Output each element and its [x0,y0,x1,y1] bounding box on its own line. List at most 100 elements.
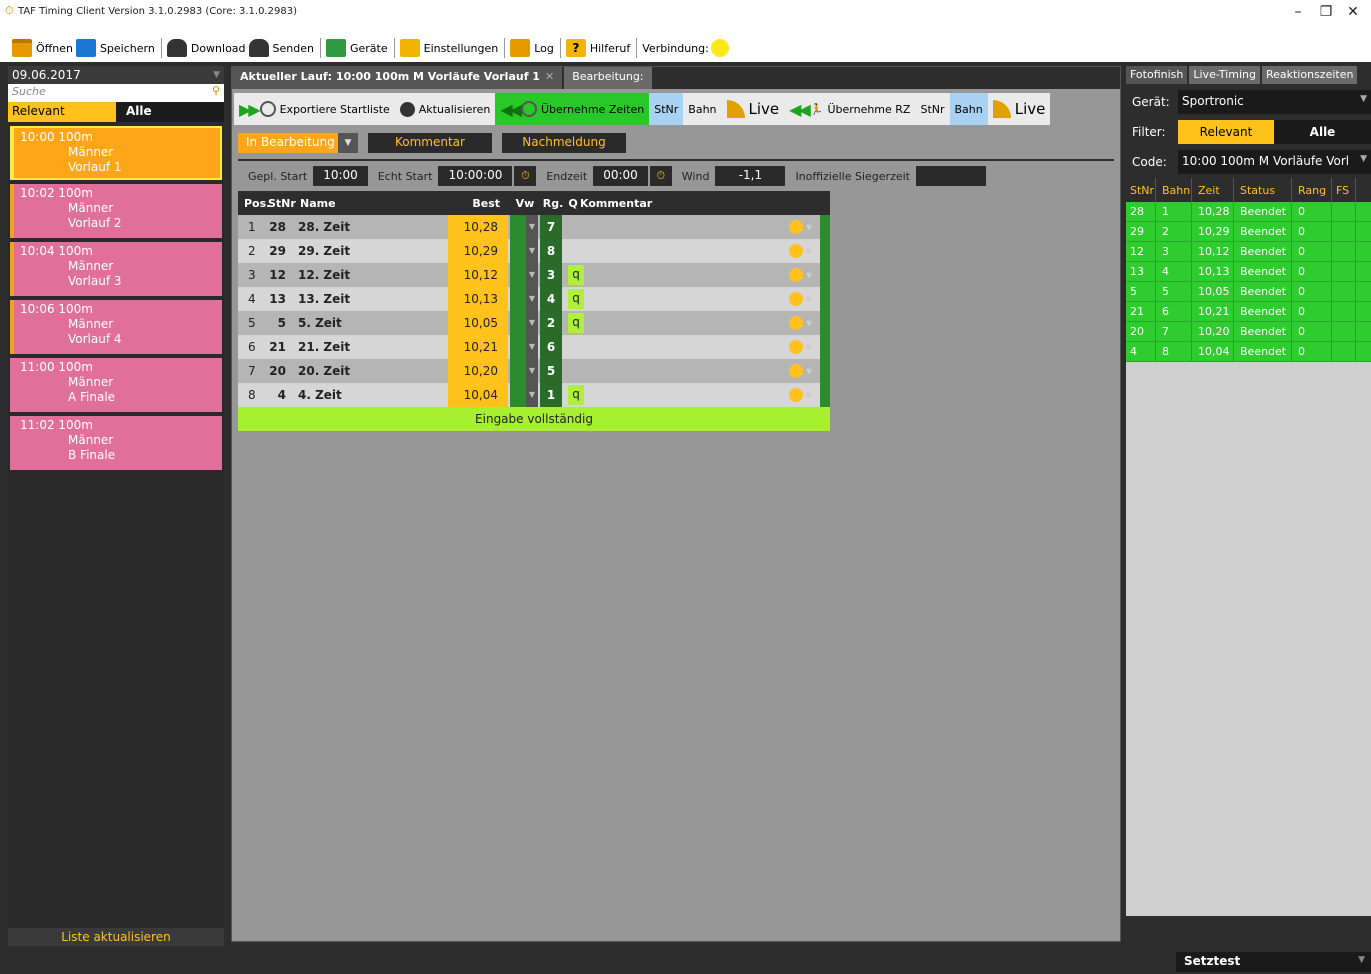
stopwatch-icon[interactable]: ⏱ [649,166,672,186]
table-row[interactable]: 5 5 5. Zeit 10,05 ▼ 2 q ▼ [238,311,830,335]
chevron-down-icon[interactable]: ▼ [526,263,538,287]
row-q[interactable] [568,337,584,357]
take-rz-button[interactable]: ◀◀ 🏃 Übernehme RZ [784,93,915,125]
table-row[interactable]: 20 7 10,20 Beendet 0 [1126,322,1371,342]
devices-button[interactable]: Geräte [325,37,388,59]
heat-item[interactable]: 11:02 100m Männer B Finale [10,416,222,470]
chevron-down-icon[interactable]: ▼ [526,311,538,335]
table-row[interactable]: 12 3 10,12 Beendet 0 [1126,242,1371,262]
table-row[interactable]: 29 2 10,29 Beendet 0 [1126,222,1371,242]
row-q[interactable]: q [568,385,584,405]
table-row[interactable]: 6 21 21. Zeit 10,21 ▼ 6 ▼ [238,335,830,359]
row-q[interactable]: q [568,313,584,333]
chevron-down-icon[interactable]: ▼ [526,215,538,239]
filter-all-button[interactable]: Alle [116,102,224,122]
gear-icon[interactable] [789,316,803,330]
row-rank[interactable]: 5 [540,359,562,383]
code-select[interactable]: 10:00 100m M Vorläufe Vorl ▼ [1178,150,1371,174]
late-entry-button[interactable]: Nachmeldung [502,133,626,153]
gear-icon[interactable] [789,244,803,258]
help-button[interactable]: ? Hilferuf [565,37,630,59]
heat-item[interactable]: 10:00 100m Männer Vorlauf 1 [10,126,222,180]
row-vw-indicator[interactable] [510,215,526,239]
row-vw-indicator[interactable] [510,263,526,287]
chevron-down-icon[interactable]: ▼ [526,335,538,359]
row-best[interactable]: 10,13 [448,287,508,311]
close-icon[interactable]: ✕ [545,70,554,83]
tab-fotofinish[interactable]: Fotofinish [1126,66,1188,84]
heat-item[interactable]: 10:06 100m Männer Vorlauf 4 [10,300,222,354]
chevron-down-icon[interactable]: ▼ [806,271,820,280]
row-best[interactable]: 10,04 [448,383,508,407]
table-row[interactable]: 28 1 10,28 Beendet 0 [1126,202,1371,222]
table-row[interactable]: 4 8 10,04 Beendet 0 [1126,342,1371,362]
live-button[interactable]: Live [722,93,785,125]
row-rank[interactable]: 3 [540,263,562,287]
gear-icon[interactable] [789,388,803,402]
chevron-down-icon[interactable]: ▼ [526,383,538,407]
table-row[interactable]: 7 20 20. Zeit 10,20 ▼ 5 ▼ [238,359,830,383]
wind-field[interactable]: -1,1 [715,166,786,186]
row-vw-indicator[interactable] [510,287,526,311]
close-button[interactable]: ✕ [1338,4,1368,20]
table-row[interactable]: 3 12 12. Zeit 10,12 ▼ 3 q ▼ [238,263,830,287]
filter-all-button[interactable]: Alle [1274,120,1371,144]
chevron-down-icon[interactable]: ▼ [806,295,820,304]
rz-live-button[interactable]: Live [988,93,1051,125]
planned-start-field[interactable]: 10:00 [313,166,368,186]
chevron-down-icon[interactable]: ▼ [526,287,538,311]
row-rank[interactable]: 4 [540,287,562,311]
settings-button[interactable]: Einstellungen [399,37,498,59]
refresh-button[interactable]: Aktualisieren [395,93,496,125]
tab-current-heat[interactable]: Aktueller Lauf: 10:00 100m M Vorläufe Vo… [232,67,563,89]
row-q[interactable] [568,361,584,381]
row-best[interactable]: 10,05 [448,311,508,335]
rz-mode-bahn-toggle[interactable]: Bahn [949,93,988,125]
chevron-down-icon[interactable]: ▼ [526,239,538,263]
row-rank[interactable]: 6 [540,335,562,359]
row-best[interactable]: 10,21 [448,335,508,359]
date-selector[interactable]: 09.06.2017 ▼ [8,66,224,84]
open-button[interactable]: Öffnen [12,37,73,59]
stopwatch-icon[interactable]: ⏱ [514,166,537,186]
tab-live-timing[interactable]: Live-Timing [1189,66,1260,84]
row-rank[interactable]: 2 [540,311,562,335]
heat-item[interactable]: 10:02 100m Männer Vorlauf 2 [10,184,222,238]
heat-status-select[interactable]: In Bearbeitung ▼ [238,133,358,153]
chevron-down-icon[interactable]: ▼ [806,247,820,256]
row-q[interactable]: q [568,265,584,285]
refresh-list-button[interactable]: Liste aktualisieren [8,928,224,946]
gear-icon[interactable] [789,268,803,282]
chevron-down-icon[interactable]: ▼ [806,319,820,328]
row-rank[interactable]: 8 [540,239,562,263]
row-best[interactable]: 10,29 [448,239,508,263]
filter-relevant-button[interactable]: Relevant [8,102,116,122]
save-button[interactable]: Speichern [75,37,155,59]
row-vw-indicator[interactable] [510,239,526,263]
chevron-down-icon[interactable]: ▼ [806,343,820,352]
row-q[interactable]: q [568,289,584,309]
unofficial-winner-field[interactable] [915,166,986,186]
restore-button[interactable]: ❐ [1311,4,1341,20]
download-button[interactable]: Download [166,37,246,59]
search-icon[interactable]: ⚲ [212,84,220,97]
chevron-down-icon[interactable]: ▼ [806,367,820,376]
rz-mode-stnr-toggle[interactable]: StNr [915,93,949,125]
row-vw-indicator[interactable] [510,311,526,335]
table-row[interactable]: 4 13 13. Zeit 10,13 ▼ 4 q ▼ [238,287,830,311]
table-row[interactable]: 5 5 10,05 Beendet 0 [1126,282,1371,302]
send-button[interactable]: Senden [248,37,314,59]
row-rank[interactable]: 7 [540,215,562,239]
table-row[interactable]: 13 4 10,13 Beendet 0 [1126,262,1371,282]
row-vw-indicator[interactable] [510,335,526,359]
row-best[interactable]: 10,20 [448,359,508,383]
table-row[interactable]: 1 28 28. Zeit 10,28 ▼ 7 ▼ [238,215,830,239]
table-row[interactable]: 8 4 4. Zeit 10,04 ▼ 1 q ▼ [238,383,830,407]
row-vw-indicator[interactable] [510,359,526,383]
gear-icon[interactable] [789,364,803,378]
row-vw-indicator[interactable] [510,383,526,407]
comment-button[interactable]: Kommentar [368,133,492,153]
mode-select[interactable]: Setztest ▼ [1176,952,1371,972]
tab-edit[interactable]: Bearbeitung: [564,67,652,89]
row-best[interactable]: 10,12 [448,263,508,287]
